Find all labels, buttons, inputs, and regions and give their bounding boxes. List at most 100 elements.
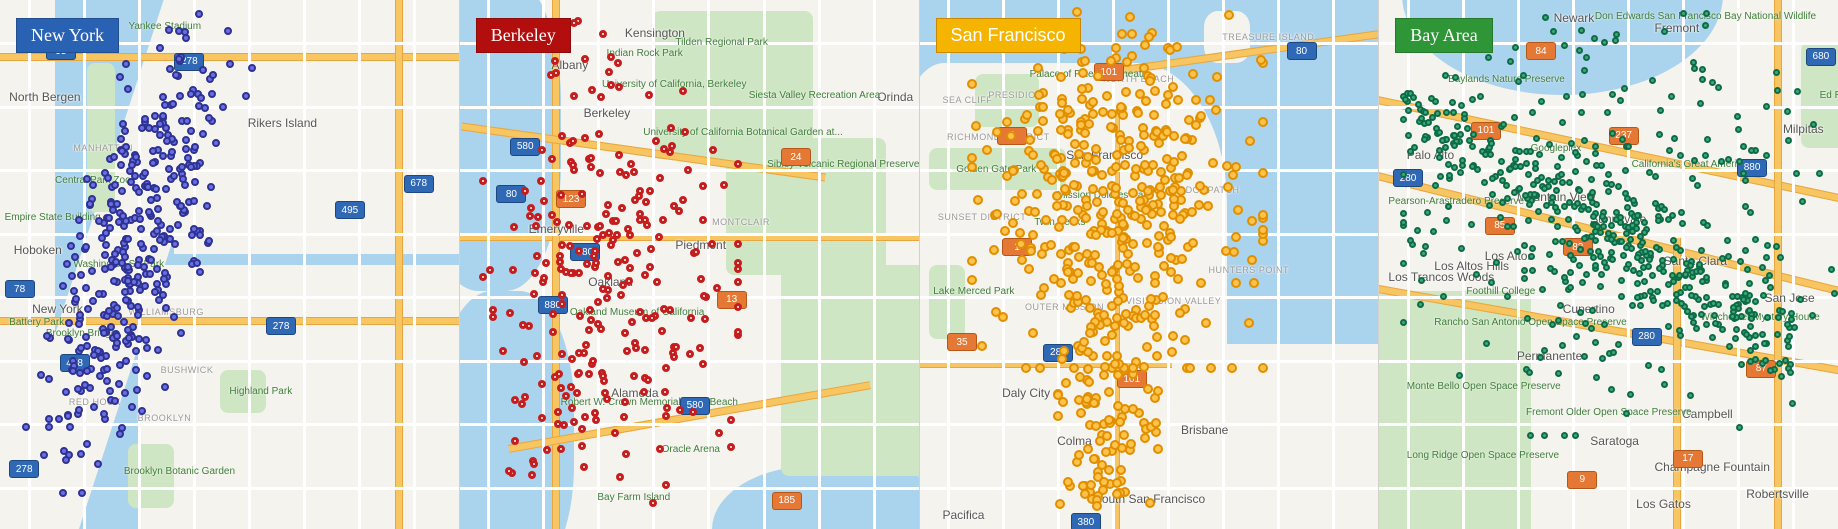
place-label: DOGPATCH [1186, 185, 1240, 195]
poi-label: Robert W. Crown Memorial State Beach [561, 397, 738, 408]
poi-label: Central Park Zoo [55, 175, 131, 186]
place-label: Oakland [588, 275, 633, 289]
poi-label: Rancho San Antonio Open Space Preserve [1434, 317, 1626, 328]
place-label: Berkeley [584, 106, 631, 120]
place-label: Newark [1554, 11, 1595, 25]
poi-label: Brooklyn Bridge [46, 328, 117, 339]
map-panel-san-francisco[interactable]: San Francisco Daly City Brisbane South San … [919, 0, 1379, 529]
highway-shield: 9 [1567, 471, 1597, 489]
poi-label: Twin Peaks [1034, 217, 1085, 228]
map-background [0, 0, 459, 529]
poi-label: Palace of Fine Arts Theatre [1030, 69, 1151, 80]
poi-label: Googleplex [1531, 143, 1582, 154]
place-label: San Jose [1765, 291, 1815, 305]
poi-label: Brooklyn Botanic Garden [124, 466, 235, 477]
place-label: MANHATTAN [73, 143, 133, 153]
poi-label: California's Great America [1632, 159, 1748, 170]
place-label: Cupertino [1563, 302, 1615, 316]
poi-label: Mission Dolores Park [1057, 190, 1151, 201]
highway-shield: 678 [404, 175, 434, 193]
highway-shield: 880 [538, 296, 568, 314]
place-label: Permanente [1517, 349, 1582, 363]
place-label: North Bergen [9, 90, 80, 104]
region-tag-berkeley: Berkeley [476, 18, 571, 53]
poi-label: Yankee Stadium [128, 21, 201, 32]
place-label: Santa Clara [1664, 254, 1727, 268]
poi-label: Lake Merced Park [933, 286, 1014, 297]
poi-label: University of California Botanical Garde… [643, 127, 843, 138]
highway-shield: 478 [60, 354, 90, 372]
place-label: VISITACION VALLEY [1126, 296, 1221, 306]
highway-shield: 80 [496, 185, 526, 203]
place-label: Brisbane [1181, 423, 1228, 437]
place-label: South San Francisco [1094, 492, 1205, 506]
place-label: SUNSET DISTRICT [938, 212, 1026, 222]
place-label: Los Trancos Woods [1388, 270, 1494, 284]
poi-label: Bay Farm Island [597, 492, 670, 503]
place-label: BUSHWICK [161, 365, 214, 375]
highway-shield: 101 [1471, 122, 1501, 140]
map-panel-berkeley[interactable]: BerkeleyOaklandAlbanyEmeryvilleAlamedaPi… [459, 0, 919, 529]
place-label: RED HOOK [69, 397, 121, 407]
highway-shield: 580 [510, 138, 540, 156]
poi-label: Pearson-Arastradero Preserve [1388, 196, 1524, 207]
highway-shield: 24 [781, 148, 811, 166]
place-label: PRESIDIO [988, 90, 1035, 100]
poi-label: Monte Bello Open Space Preserve [1407, 381, 1561, 392]
region-tag-bay-area: Bay Area [1395, 18, 1492, 53]
poi-label: Long Ridge Open Space Preserve [1407, 450, 1559, 461]
poi-label: Empire State Building [5, 212, 101, 223]
place-label: Colma [1057, 434, 1092, 448]
highway-shield: 84 [1526, 42, 1556, 60]
highway-shield: 280 [1632, 328, 1662, 346]
highway-shield: 980 [570, 243, 600, 261]
poi-label: Oracle Arena [662, 444, 720, 455]
poi-label: Foothill College [1466, 286, 1535, 297]
poi-label: Winchester Mystery House [1700, 312, 1819, 323]
poi-label: Battery Park [9, 317, 64, 328]
place-label: Orinda [877, 90, 913, 104]
poi-label: University of California, Berkeley [602, 79, 747, 90]
place-label: Fremont [1655, 21, 1700, 35]
poi-label: Washington Sq Park [73, 259, 164, 270]
place-label: BROOKLYN [138, 413, 192, 423]
highway-shield: 85 [1485, 217, 1515, 235]
highway-shield: 278 [266, 317, 296, 335]
highway-shield: 280 [1043, 344, 1073, 362]
poi-label: Tilden Regional Park [675, 37, 767, 48]
place-label: OUTER MISSION [1025, 302, 1104, 312]
highway-shield: 1 [1002, 238, 1032, 256]
highway-shield: 87 [1746, 360, 1776, 378]
place-label: WILLIAMSBURG [128, 307, 204, 317]
place-label: MONTCLAIR [712, 217, 770, 227]
map-panel-bay-area[interactable]: Palo AltoMountain ViewSunnyvaleSanta Cla… [1378, 0, 1838, 529]
highway-shield: 17 [1673, 450, 1703, 468]
place-label: New York [32, 302, 83, 316]
highway-shield: 880 [1737, 159, 1767, 177]
highway-shield: 278 [9, 460, 39, 478]
highway-shield: 101 [1094, 63, 1124, 81]
poi-label: Golden Gate Park [956, 164, 1036, 175]
highway-shield: 580 [680, 397, 710, 415]
map-panel-new-york[interactable]: New York MANHATTAN BROOKLYN Yankee Stadium N… [0, 0, 459, 529]
place-label: Daly City [1002, 386, 1050, 400]
highway-shield: 123 [556, 190, 586, 208]
highway-shield: 101 [1117, 370, 1147, 388]
place-label: Los Gatos [1636, 497, 1691, 511]
place-label: Emeryville [529, 222, 584, 236]
map-panels-row: New York MANHATTAN BROOKLYN Yankee Stadium N… [0, 0, 1838, 529]
place-label: Rikers Island [248, 116, 317, 130]
poi-label: Ed R. Levin County Park [1820, 90, 1838, 101]
place-label: TREASURE ISLAND [1222, 32, 1314, 42]
highway-shield: 185 [772, 492, 802, 510]
region-tag-san-francisco: San Francisco [936, 18, 1081, 53]
highway-shield: 35 [947, 333, 977, 351]
place-label: SEA CLIFF [942, 95, 992, 105]
place-label: Saratoga [1590, 434, 1639, 448]
place-label: Sunnyvale [1590, 212, 1646, 226]
poi-label: Siesta Valley Recreation Area [749, 90, 881, 101]
highway-shield: 78 [5, 280, 35, 298]
highway-shield: 82 [1563, 238, 1593, 256]
place-label: Champagne Fountain [1655, 460, 1770, 474]
poi-label: Highland Park [229, 386, 292, 397]
